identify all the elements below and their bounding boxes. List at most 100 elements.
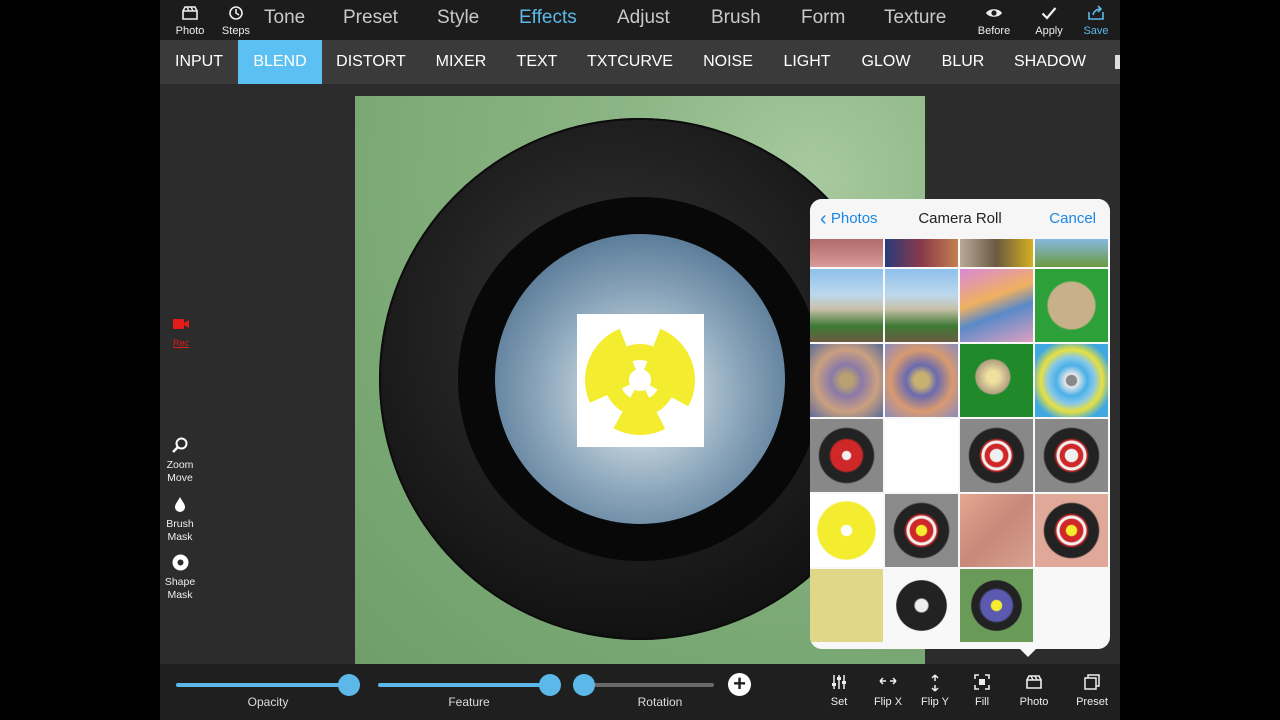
rotation-slider-track[interactable] [584,683,714,687]
menu-adjust[interactable]: Adjust [617,7,670,29]
photo-thumb[interactable] [885,239,958,267]
flip-x-label: Flip X [873,696,903,708]
fill-label: Fill [974,696,990,708]
menu-style[interactable]: Style [437,7,479,29]
tab-text[interactable]: TEXT [508,40,566,84]
back-to-photos-button[interactable]: ‹ Photos [820,209,878,229]
apply-button[interactable]: Apply [1024,3,1074,37]
save-label: Save [1083,25,1109,37]
photo-button[interactable]: Photo [165,3,215,37]
opacity-slider-track[interactable] [176,683,351,687]
cancel-button[interactable]: Cancel [1049,210,1096,227]
menu-preset[interactable]: Preset [343,7,398,29]
plus-icon: + [733,671,746,696]
photo-label: Photo [175,25,205,37]
menu-texture[interactable]: Texture [884,7,946,29]
tab-mixer[interactable]: MIXER [426,40,496,84]
menu-tone[interactable]: Tone [264,7,305,29]
photo-thumb[interactable] [810,344,883,417]
arrows-vertical-icon [910,674,960,696]
photo-thumb[interactable] [1035,494,1108,567]
tab-overflow-edge [1115,55,1120,69]
tab-shadow[interactable]: SHADOW [1006,40,1094,84]
tab-blur[interactable]: BLUR [932,40,994,84]
photo-thumb[interactable] [960,419,1033,492]
menu-effects[interactable]: Effects [519,7,577,29]
photo-thumb[interactable] [885,344,958,417]
photo-thumb[interactable] [1035,239,1108,267]
photo-thumb[interactable] [885,419,958,492]
photo-thumb[interactable] [810,569,883,642]
steps-button[interactable]: Steps [211,3,261,37]
fill-button[interactable]: Fill [957,674,1007,708]
set-label: Set [830,696,848,708]
photo-source-button[interactable]: Photo [1009,674,1059,708]
menu-form[interactable]: Form [801,7,845,29]
photo-thumb[interactable] [1035,269,1108,342]
photo-thumb[interactable] [810,494,883,567]
photo-icon [1009,674,1059,696]
before-button[interactable]: Before [969,3,1019,37]
opacity-slider-thumb[interactable] [338,674,361,696]
tab-distort[interactable]: DISTORT [330,40,412,84]
photo-thumb[interactable] [810,239,883,267]
photo-grid [810,239,1110,649]
photo-thumb[interactable] [960,239,1033,267]
brush-mask-tool[interactable]: Brush Mask [160,496,200,544]
shape-circle-icon [160,554,200,574]
layers-icon [1067,674,1117,696]
popover-arrow [1019,648,1037,657]
preset-label: Preset [1076,696,1108,708]
flip-x-button[interactable]: Flip X [863,674,913,708]
brush-mask-label: Mask [167,531,193,543]
photo-thumb[interactable] [960,269,1033,342]
photo-thumb[interactable] [1035,344,1108,417]
tab-glow[interactable]: GLOW [852,40,920,84]
photo-thumb[interactable] [1035,419,1108,492]
bottom-toolbar: Opacity Feature Rotation + Set Flip X Fl… [160,664,1120,720]
photo-thumb[interactable] [885,569,958,642]
tab-light[interactable]: LIGHT [774,40,840,84]
adapter-layer[interactable] [577,314,704,447]
photo-thumb[interactable] [810,419,883,492]
tab-txtcurve[interactable]: TXTCURVE [578,40,682,84]
photo-thumb[interactable] [810,269,883,342]
tab-noise[interactable]: NOISE [695,40,761,84]
picker-header: ‹ Photos Camera Roll Cancel [810,199,1110,239]
add-layer-button[interactable]: + [728,673,751,696]
set-button[interactable]: Set [814,674,864,708]
before-label: Before [977,25,1011,37]
back-label: Photos [830,210,878,227]
menu-brush[interactable]: Brush [711,7,761,29]
photo-thumb[interactable] [960,344,1033,417]
photo-thumb[interactable] [960,494,1033,567]
camera-roll-picker: ‹ Photos Camera Roll Cancel [810,199,1110,649]
feature-slider-track[interactable] [378,683,553,687]
rotation-label: Rotation [637,695,683,709]
shape-label: Shape [164,576,196,588]
photo-thumb[interactable] [960,569,1033,642]
record-adapter-icon [583,322,695,442]
shape-mask-tool[interactable]: Shape Mask [160,554,200,602]
top-toolbar: Photo Steps Tone Preset Style Effects Ad… [160,0,1120,40]
zoom-move-tool[interactable]: Zoom Move [160,437,200,485]
feature-label: Feature [448,695,490,709]
tab-blend[interactable]: BLEND [238,40,322,84]
feature-slider-thumb[interactable] [538,674,561,696]
record-button[interactable]: Rec [170,318,192,348]
save-button[interactable]: Save [1071,3,1120,37]
flip-y-button[interactable]: Flip Y [910,674,960,708]
preset-button[interactable]: Preset [1067,674,1117,708]
photo-thumb[interactable] [885,269,958,342]
brush-label: Brush [166,518,194,530]
photo-thumb[interactable] [885,494,958,567]
shape-mask-label: Mask [167,589,193,601]
apply-label: Apply [1035,25,1063,37]
droplet-icon [160,496,200,516]
effects-tab-bar: INPUT BLEND DISTORT MIXER TEXT TXTCURVE … [160,40,1120,84]
share-icon [1071,3,1120,25]
sliders-icon [814,674,864,696]
opacity-label: Opacity [247,695,289,709]
tab-input[interactable]: INPUT [164,40,234,84]
rotation-slider-thumb[interactable] [573,674,595,696]
